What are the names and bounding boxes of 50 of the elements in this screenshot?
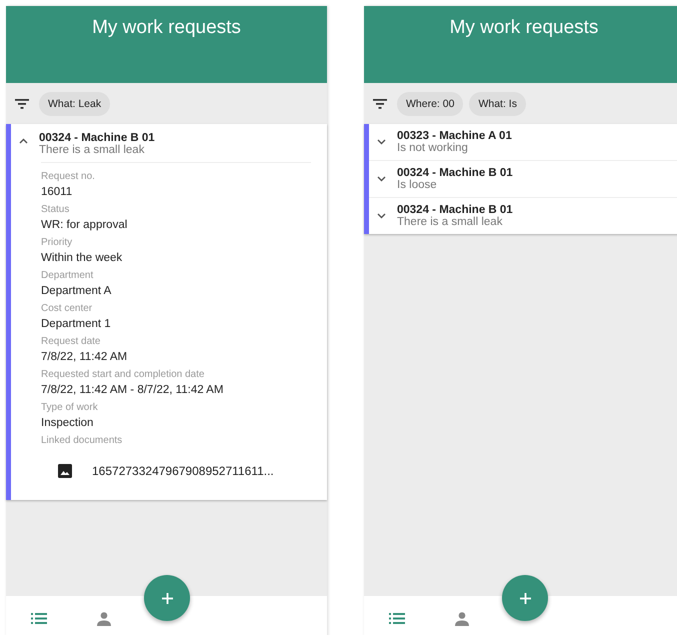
field-value: 16011 — [41, 185, 72, 200]
screen-title: My work requests — [92, 17, 241, 40]
field-label: Priority — [41, 236, 72, 250]
filter-chip[interactable]: What: Leak — [39, 92, 110, 116]
field-label: Cost center — [41, 302, 92, 316]
field-value: WR: for approval — [41, 218, 128, 233]
plus-icon — [162, 592, 172, 604]
add-button[interactable] — [144, 575, 190, 621]
request-title: 00323 - Machine A 01 — [397, 130, 512, 142]
request-row[interactable]: 00324 - Machine B 01 There is a small leak — [11, 124, 327, 162]
filter-chip[interactable]: Where: 00 — [397, 92, 464, 116]
field-label: Request date — [41, 335, 100, 349]
request-row[interactable]: 00324 - Machine B 01 There is a small leak — [369, 198, 677, 234]
request-description: Is loose — [397, 179, 438, 191]
field-value: 7/8/22, 11:42 AM - 8/7/22, 11:42 AM — [41, 383, 224, 398]
filter-icon[interactable] — [373, 98, 387, 108]
field-label: Department — [41, 269, 94, 283]
plus-icon — [520, 592, 530, 604]
field-value: Inspection — [41, 416, 94, 431]
chevron-down-icon[interactable] — [377, 176, 386, 182]
request-title: 00324 - Machine B 01 — [397, 167, 513, 179]
chevron-down-icon[interactable] — [377, 213, 386, 219]
person-icon[interactable] — [455, 612, 469, 626]
chevron-down-icon[interactable] — [377, 139, 386, 145]
field-label: Request no. — [41, 170, 95, 184]
field-value: Department A — [41, 284, 112, 299]
request-title: 00324 - Machine B 01 — [397, 204, 513, 216]
field-value: Department 1 — [41, 317, 111, 332]
filter-icon[interactable] — [15, 98, 29, 108]
screen-title: My work requests — [450, 17, 598, 40]
field-label: Linked documents — [41, 434, 122, 448]
field-value: 7/8/22, 11:42 AM — [41, 350, 128, 365]
filter-chip[interactable]: What: Is — [469, 92, 526, 116]
request-description: There is a small leak — [397, 216, 504, 228]
field-label: Type of work — [41, 401, 98, 415]
request-row[interactable]: 00323 - Machine A 01 Is not working — [369, 124, 677, 160]
person-icon[interactable] — [97, 612, 111, 626]
chevron-up-icon[interactable] — [19, 138, 28, 144]
list-icon[interactable] — [31, 613, 47, 624]
request-description: Is not working — [397, 142, 469, 154]
list-icon[interactable] — [389, 613, 405, 624]
image-icon — [58, 464, 72, 478]
field-label: Requested start and completion date — [41, 368, 204, 382]
document-link[interactable]: 16572733247967908952711611... — [92, 464, 274, 478]
request-description: There is a small leak — [39, 144, 146, 156]
add-button[interactable] — [502, 575, 548, 621]
request-row[interactable]: 00324 - Machine B 01 Is loose — [369, 161, 677, 197]
field-label: Status — [41, 203, 70, 217]
request-title: 00324 - Machine B 01 — [39, 132, 155, 144]
field-value: Within the week — [41, 251, 122, 266]
